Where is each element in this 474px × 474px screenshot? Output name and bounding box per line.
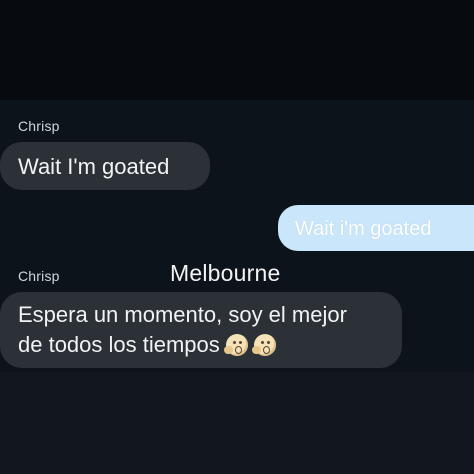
message-bubble-incoming[interactable]: Wait I'm goated xyxy=(0,142,210,190)
thinking-face-icon xyxy=(251,334,276,356)
message-text: Wait I'm goated xyxy=(18,154,170,179)
sender-name: Chrisp xyxy=(18,268,60,284)
message-text-line: de todos los tiempos xyxy=(18,332,220,357)
message-text: Wait i'm goated xyxy=(295,218,432,240)
bottom-dark-band xyxy=(0,372,474,474)
thinking-face-icon xyxy=(223,334,248,356)
caption-text: Melbourne xyxy=(170,260,281,286)
message-bubble-outgoing[interactable]: Wait i'm goated xyxy=(278,205,474,251)
message-text-block: Espera un momento, soy el mejor de todos… xyxy=(18,300,398,360)
top-dark-band xyxy=(0,0,474,100)
message-text-line: Espera un momento, soy el mejor xyxy=(18,302,347,327)
message-bubble-incoming[interactable]: Espera un momento, soy el mejor de todos… xyxy=(0,292,402,368)
sender-name: Chrisp xyxy=(18,118,60,134)
message-text-line-wrap: de todos los tiempos xyxy=(18,330,398,360)
